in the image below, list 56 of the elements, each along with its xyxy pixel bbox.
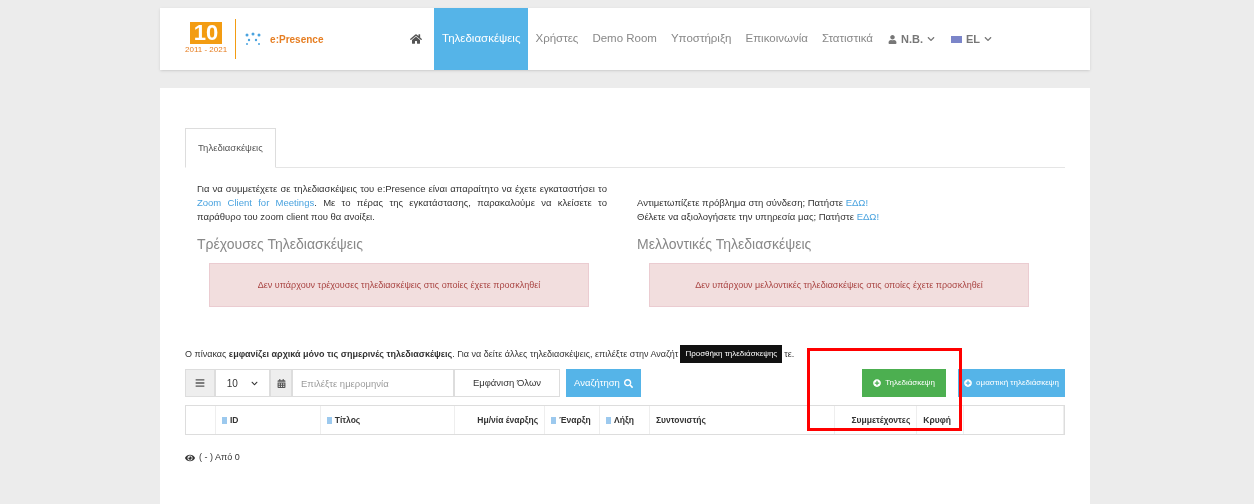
here-link[interactable]: ΕΔΩ! [856,211,880,223]
column-header[interactable]: Έναρξη [559,413,591,427]
show-all-button[interactable]: Εμφάνιση Όλων [454,369,560,398]
nav-link[interactable]: Στατιστικά [814,8,880,70]
plus-icon [873,379,882,388]
empty-alert: Δεν υπάρχουν τρέχουσες τηλεδιασκέψεις στις οποίες έχετε προσκληθεί [209,263,589,308]
help-text: Αντιμετωπίζετε πρόβλημα στη σύνδεση; Πατήστε ΕΔΩ! [637,196,870,211]
dots-logo-icon [244,32,263,46]
section-title: Μελλοντικές Τηλεδιασκέψεις [637,235,813,255]
nav-link[interactable]: Demo Room [585,8,664,70]
column-header[interactable]: Ημ/νία έναρξης [477,413,539,427]
sort-icon[interactable] [221,416,227,424]
logo-years: 2011 - 2021 [185,44,228,56]
date-field[interactable]: Επιλέξτε ημερομηνία [292,369,454,398]
record-count: ( - ) Από 0 [199,451,240,465]
help-text: Θέλετε να αξιολογήσετε την υπηρεσία μας; Πατήστε ΕΔΩ! [637,210,880,225]
search-button[interactable]: Αναζήτηση [566,369,641,398]
nav-link[interactable]: Υποστήριξη [663,8,739,70]
column-header[interactable]: Συντονιστής [655,413,706,427]
tab[interactable]: Τηλεδιασκέψεις [185,128,276,169]
sort-icon[interactable] [551,416,557,424]
language-menu[interactable]: EL [943,30,1001,48]
column-header[interactable]: Τίτλος [334,413,361,427]
sort-icon[interactable] [606,416,612,424]
table-notice: Ο πίνακας εμφανίζει αρχικά μόνο τις σημερινές τηλεδιασκέψεις. Για να δείτε άλλες τηλεδιασκέψεις, επιλέξτε στην Αναζήτ [185,347,679,361]
plus-icon [964,379,973,388]
nav-link[interactable]: Τηλεδιασκέψεις [434,8,529,70]
eye-icon [185,453,195,463]
nav-link[interactable]: Χρήστες [528,8,586,70]
table-notice: τε. [784,347,795,361]
caret-icon [984,35,993,43]
intro-paragraph: Για να συμμετέχετε σε τηλεδιασκέψεις του e:Presence είναι απαραίτητο να έχετε εγκαταστήσει το Zoom Client for Meetings. Με το πέρας της εγκατάστασης, παρακαλούμε να κλείσετε το παράθυρο του zoom client που θα ανοίξει. [197,182,607,225]
calendar-icon [276,378,286,388]
search-icon [623,378,633,388]
flag-icon [951,35,962,43]
home-icon[interactable] [410,33,422,45]
column-header[interactable]: Λήξη [614,413,634,427]
caret-icon [251,379,259,387]
brand-name: e:Presence [270,32,324,47]
logo-number: 10 [189,22,223,44]
add-conference-button[interactable]: Τηλεδιάσκεψη [862,369,947,398]
user-menu[interactable]: N.B. [880,30,943,48]
section-title: Τρέχουσες Τηλεδιασκέψεις [197,235,364,255]
here-link[interactable]: ΕΔΩ! [845,197,869,209]
column-header[interactable]: Κρυφή [923,413,951,427]
tooltip: Προσθήκη τηλεδιάσκεψης [680,345,783,364]
sort-icon[interactable] [326,416,332,424]
page-size-select[interactable]: 10 [215,369,270,398]
column-header[interactable]: Συμμετέχοντες [851,413,911,427]
empty-alert: Δεν υπάρχουν μελλοντικές τηλεδιασκέψεις στις οποίες έχετε προσκληθεί [649,263,1029,308]
user-icon [888,34,897,44]
menu-icon[interactable] [195,378,205,389]
add-conference-button[interactable]: ομαστική τηλεδιάσκεψη [958,369,1065,398]
column-header[interactable]: ID [229,413,239,427]
nav-link[interactable]: Επικοινωνία [738,8,815,70]
caret-icon [927,35,935,43]
